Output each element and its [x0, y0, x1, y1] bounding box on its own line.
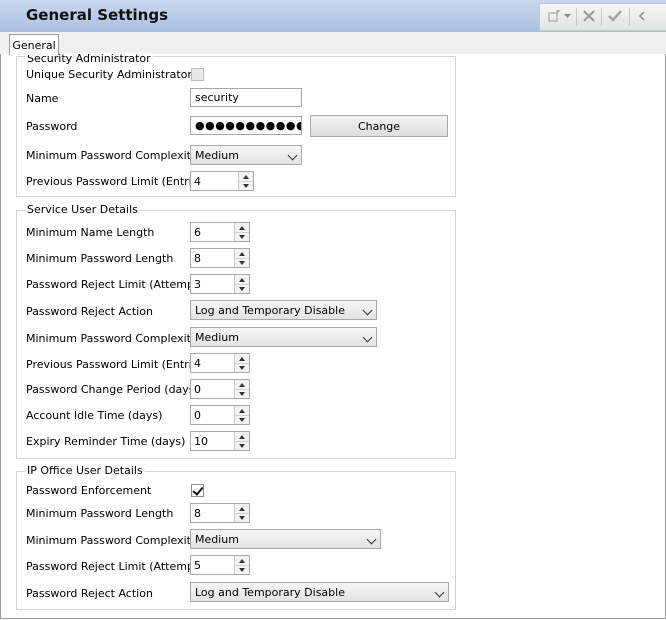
admin-name-label: Name [26, 92, 59, 105]
ip-complexity-select[interactable]: Medium [190, 529, 381, 549]
service-complexity-label: Minimum Password Complexity [26, 332, 198, 345]
spinner-value: 8 [194, 252, 201, 265]
ip-min-password-spinner[interactable]: 8 [190, 503, 250, 523]
select-value: Medium [195, 533, 239, 546]
toolbar-separator [629, 8, 630, 26]
chevron-down-icon [287, 150, 298, 161]
chevron-down-icon [362, 305, 373, 316]
dropdown-icon[interactable] [562, 7, 572, 25]
select-value: Log and Temporary Disable [195, 586, 345, 599]
back-icon[interactable] [633, 7, 651, 25]
idle-time-label: Account Idle Time (days) [26, 409, 163, 422]
spinner-value: 8 [194, 507, 201, 520]
select-value: Log and Temporary Disable [195, 304, 345, 317]
expiry-reminder-label: Expiry Reminder Time (days) [26, 435, 186, 448]
toolbar-separator [576, 8, 577, 26]
ip-reject-limit-spinner[interactable]: 5 [190, 555, 250, 575]
spin-down-icon[interactable] [235, 513, 249, 522]
change-period-label: Password Change Period (days) [26, 383, 199, 396]
spinner-value: 3 [194, 278, 201, 291]
reject-limit-spinner[interactable]: 3 [190, 274, 250, 294]
admin-prev-limit-spinner[interactable]: 4 [190, 171, 254, 191]
spinner-value: 6 [194, 226, 201, 239]
page-title: General Settings [26, 6, 169, 24]
spin-down-icon[interactable] [235, 232, 249, 241]
service-prev-limit-spinner[interactable]: 4 [190, 353, 250, 373]
service-prev-limit-label: Previous Password Limit (Entries) [26, 358, 209, 371]
toolbar-separator [601, 8, 602, 26]
chevron-down-icon [362, 332, 373, 343]
admin-complexity-select[interactable]: Medium [190, 145, 302, 165]
spinner-value: 5 [194, 559, 201, 572]
password-enforcement-label: Password Enforcement [26, 484, 152, 497]
spin-down-icon[interactable] [235, 565, 249, 574]
change-password-button[interactable]: Change [310, 115, 448, 137]
reject-action-label: Password Reject Action [26, 305, 153, 318]
ok-icon[interactable] [605, 7, 625, 25]
min-password-length-label: Minimum Password Length [26, 252, 174, 265]
ip-reject-limit-label: Password Reject Limit (Attempts) [26, 560, 209, 573]
spin-down-icon[interactable] [235, 441, 249, 450]
min-password-length-spinner[interactable]: 8 [190, 248, 250, 268]
admin-password-label: Password [26, 120, 78, 133]
reject-action-select[interactable]: Log and Temporary Disable [190, 300, 377, 320]
spin-down-icon[interactable] [239, 181, 253, 190]
spinner-value: 4 [194, 175, 201, 188]
chevron-down-icon [434, 587, 445, 598]
spinner-value: 4 [194, 357, 201, 370]
change-period-spinner[interactable]: 0 [190, 379, 250, 399]
admin-prev-limit-label: Previous Password Limit (Entries) [26, 175, 209, 188]
reject-limit-label: Password Reject Limit (Attempts) [26, 278, 209, 291]
tab-general[interactable]: General [9, 34, 59, 55]
idle-time-spinner[interactable]: 0 [190, 405, 250, 425]
ip-min-password-label: Minimum Password Length [26, 507, 174, 520]
spinner-value: 0 [194, 409, 201, 422]
spin-down-icon[interactable] [235, 284, 249, 293]
cancel-icon[interactable] [580, 7, 598, 25]
select-value: Medium [195, 149, 239, 162]
spin-down-icon[interactable] [235, 258, 249, 267]
admin-name-input[interactable]: security [190, 88, 302, 107]
admin-complexity-label: Minimum Password Complexity [26, 149, 198, 162]
ip-complexity-label: Minimum Password Complexity [26, 534, 198, 547]
ip-reject-action-select[interactable]: Log and Temporary Disable [190, 582, 449, 602]
spinner-value: 0 [194, 383, 201, 396]
toolbar [539, 3, 666, 31]
min-name-length-label: Minimum Name Length [26, 226, 155, 239]
title-bar: General Settings [0, 0, 666, 33]
service-complexity-select[interactable]: Medium [190, 327, 377, 347]
new-icon[interactable] [546, 7, 562, 25]
expiry-reminder-spinner[interactable]: 10 [190, 431, 250, 451]
unique-admin-checkbox[interactable] [191, 68, 204, 81]
checkmark-icon [192, 484, 204, 496]
min-name-length-spinner[interactable]: 6 [190, 222, 250, 242]
spinner-value: 10 [194, 435, 208, 448]
group-legend: IP Office User Details [25, 464, 145, 477]
chevron-down-icon [366, 534, 377, 545]
unique-admin-label: Unique Security Administrator [26, 68, 192, 81]
spin-down-icon[interactable] [235, 363, 249, 372]
admin-password-input[interactable]: ●●●●●●●●●●●●●●● [190, 116, 302, 135]
spin-down-icon[interactable] [235, 389, 249, 398]
password-enforcement-checkbox[interactable] [191, 484, 204, 497]
select-value: Medium [195, 331, 239, 344]
spin-down-icon[interactable] [235, 415, 249, 424]
group-legend: Service User Details [25, 203, 140, 216]
ip-reject-action-label: Password Reject Action [26, 587, 153, 600]
